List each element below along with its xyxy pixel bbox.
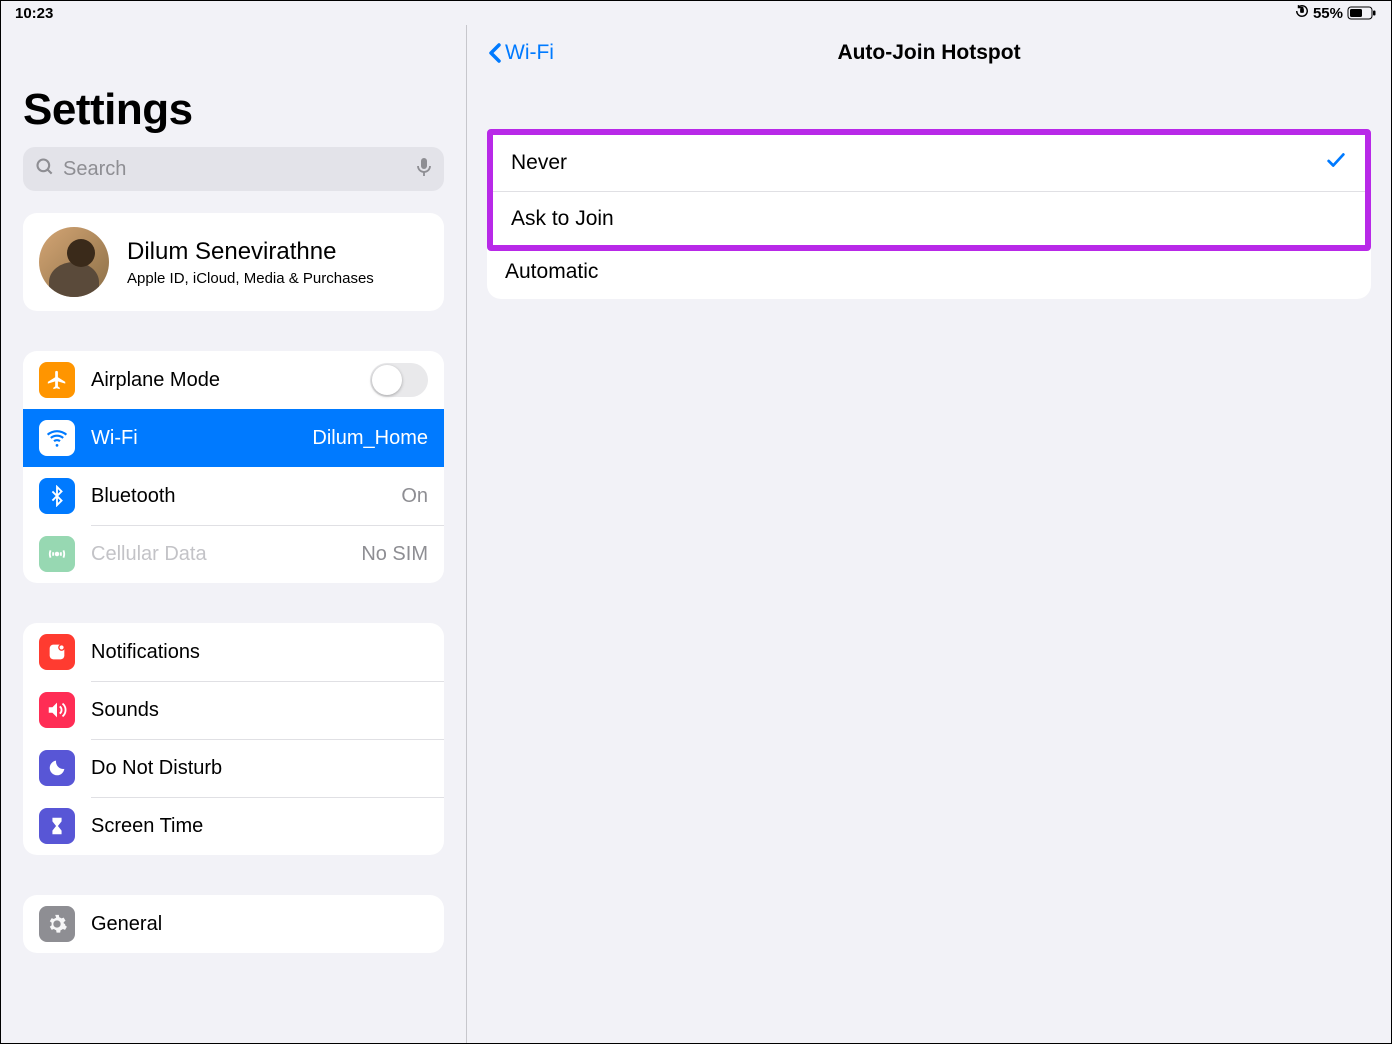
sidebar-item-airplane-mode[interactable]: Airplane Mode — [23, 351, 444, 409]
cellular-icon — [39, 536, 75, 572]
sidebar-item-label: Screen Time — [91, 815, 428, 838]
rotation-lock-icon — [1295, 4, 1309, 22]
connectivity-group: Airplane Mode Wi-Fi Dilum_Home Bluetooth… — [23, 351, 444, 583]
back-button[interactable]: Wi-Fi — [487, 41, 554, 65]
sidebar-item-wifi[interactable]: Wi-Fi Dilum_Home — [23, 409, 444, 467]
battery-percent: 55% — [1313, 5, 1343, 22]
detail-panel: Wi-Fi Auto-Join Hotspot Never Ask to Joi… — [467, 25, 1391, 1043]
sidebar-item-bluetooth[interactable]: Bluetooth On — [23, 467, 444, 525]
detail-title: Auto-Join Hotspot — [837, 41, 1020, 65]
option-label: Automatic — [505, 260, 1353, 284]
sidebar-item-value: No SIM — [361, 543, 428, 566]
airplane-mode-switch[interactable] — [370, 363, 428, 397]
option-never[interactable]: Never — [493, 135, 1365, 191]
notifications-group: Notifications Sounds Do Not Disturb Scre… — [23, 623, 444, 855]
notifications-icon — [39, 634, 75, 670]
wifi-icon — [39, 420, 75, 456]
page-title: Settings — [23, 85, 444, 135]
sidebar-item-notifications[interactable]: Notifications — [23, 623, 444, 681]
chevron-left-icon — [487, 41, 503, 65]
bluetooth-icon — [39, 478, 75, 514]
checkmark-icon — [1325, 149, 1347, 177]
sidebar-item-screentime[interactable]: Screen Time — [23, 797, 444, 855]
moon-icon — [39, 750, 75, 786]
annotation-highlight: Never Ask to Join — [487, 129, 1371, 251]
status-right: 55% — [1295, 4, 1377, 22]
detail-header: Wi-Fi Auto-Join Hotspot — [467, 25, 1391, 81]
airplane-icon — [39, 362, 75, 398]
option-automatic[interactable]: Automatic — [487, 245, 1371, 299]
sidebar-item-label: Airplane Mode — [91, 369, 370, 392]
option-ask-to-join[interactable]: Ask to Join — [493, 191, 1365, 245]
sidebar-item-value: On — [401, 485, 428, 508]
profile-card[interactable]: Dilum Senevirathne Apple ID, iCloud, Med… — [23, 213, 444, 311]
sidebar-item-dnd[interactable]: Do Not Disturb — [23, 739, 444, 797]
battery-icon — [1347, 6, 1377, 20]
sounds-icon — [39, 692, 75, 728]
avatar — [39, 227, 109, 297]
option-label: Never — [511, 151, 1325, 175]
mic-icon[interactable] — [416, 157, 432, 182]
search-input[interactable]: Search — [23, 147, 444, 191]
profile-subtitle: Apple ID, iCloud, Media & Purchases — [127, 270, 374, 287]
sidebar-item-label: Wi-Fi — [91, 427, 312, 450]
sidebar-item-cellular[interactable]: Cellular Data No SIM — [23, 525, 444, 583]
profile-name: Dilum Senevirathne — [127, 238, 374, 266]
back-label: Wi-Fi — [505, 41, 554, 65]
sidebar-item-general[interactable]: General — [23, 895, 444, 953]
sidebar-item-label: Do Not Disturb — [91, 757, 428, 780]
settings-sidebar: Settings Search Dilum Senevirathne Apple… — [1, 25, 467, 1043]
option-label: Ask to Join — [511, 207, 1347, 231]
sidebar-item-label: Notifications — [91, 641, 428, 664]
gear-icon — [39, 906, 75, 942]
sidebar-item-value: Dilum_Home — [312, 427, 428, 450]
status-bar: 10:23 55% — [1, 1, 1391, 25]
general-group: General — [23, 895, 444, 953]
sidebar-item-sounds[interactable]: Sounds — [23, 681, 444, 739]
search-icon — [35, 157, 55, 182]
sidebar-item-label: Cellular Data — [91, 543, 361, 566]
sidebar-item-label: Bluetooth — [91, 485, 401, 508]
sidebar-item-label: General — [91, 913, 428, 936]
search-placeholder: Search — [63, 158, 416, 181]
status-time: 10:23 — [15, 5, 53, 22]
hourglass-icon — [39, 808, 75, 844]
sidebar-item-label: Sounds — [91, 699, 428, 722]
